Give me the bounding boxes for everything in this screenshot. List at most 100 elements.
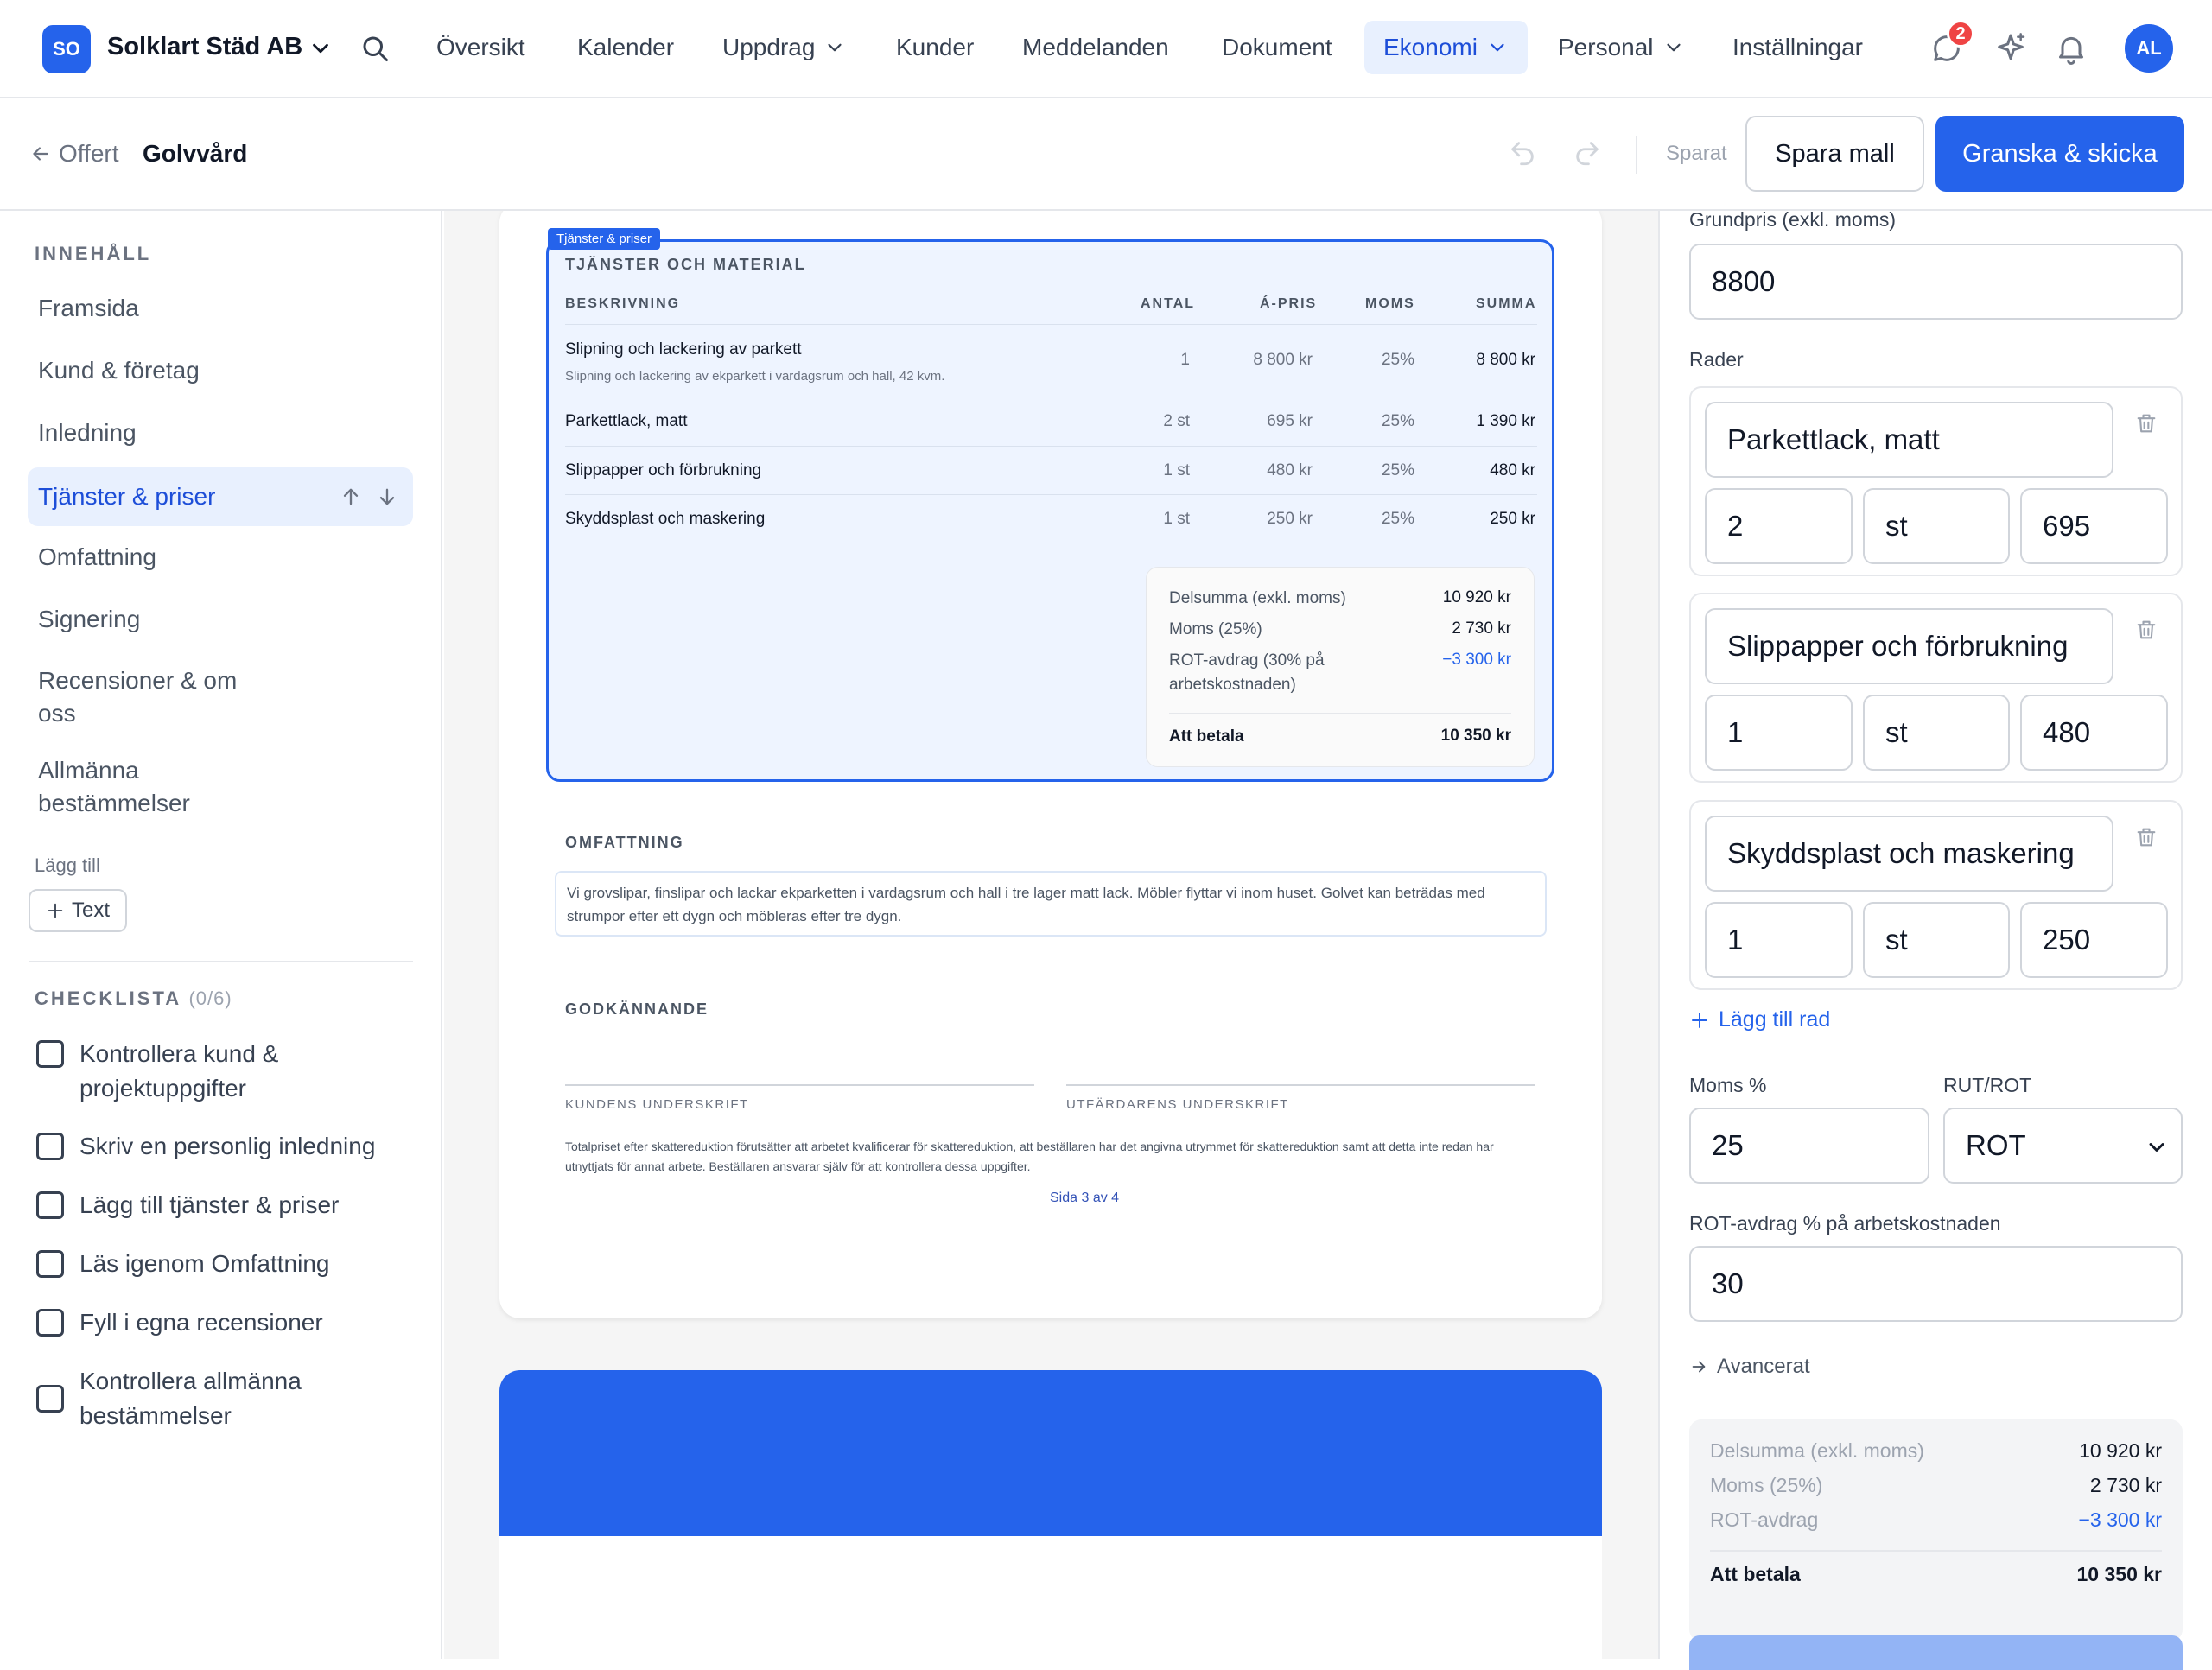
toc-tjanster-priser[interactable]: Tjänster & priser [28, 467, 413, 526]
rutrot-select-value: ROT [1966, 1129, 2026, 1161]
toc-allmanna-bestammelser[interactable]: Allmänna bestämmelser [28, 754, 287, 820]
toc-signering[interactable]: Signering [28, 603, 413, 636]
line-item-price-input[interactable]: 480 [2020, 695, 2168, 771]
add-row-button[interactable]: Lägg till rad [1689, 1007, 1830, 1032]
nav-uppdrag[interactable]: Uppdrag [722, 21, 846, 74]
save-status: Sparat [1666, 142, 1727, 165]
search-icon[interactable] [359, 33, 391, 64]
checklist-item-label: Läs igenom Omfattning [79, 1250, 330, 1277]
rot-percent-input[interactable]: 30 [1689, 1246, 2183, 1322]
company-logo[interactable]: SO [42, 25, 91, 73]
checkbox[interactable] [36, 1309, 64, 1337]
checkbox[interactable] [36, 1250, 64, 1278]
toc-recensioner[interactable]: Recensioner & om oss [28, 664, 287, 730]
pay-value: 10 350 kr [1440, 727, 1511, 745]
trash-icon[interactable] [2134, 824, 2158, 850]
redo-icon[interactable] [1573, 138, 1602, 168]
scope-heading: OMFATTNING [565, 834, 684, 851]
checklist-item[interactable]: Fyll i egna recensioner [36, 1305, 323, 1340]
nav-ekonomi[interactable]: Ekonomi [1364, 21, 1528, 74]
move-down-icon[interactable] [375, 485, 399, 509]
col-quantity: ANTAL [1141, 296, 1196, 311]
nav-ekonomi-label: Ekonomi [1383, 34, 1478, 60]
line-item-price-input[interactable]: 250 [2020, 902, 2168, 978]
user-avatar[interactable]: AL [2125, 24, 2173, 73]
line-item-unit-input[interactable]: st [1863, 488, 2010, 564]
line-item-qty-input[interactable]: 1 [1705, 902, 1853, 978]
vat-percent-input[interactable]: 25 [1689, 1108, 1929, 1184]
col-unit-price: Á-PRIS [1260, 296, 1318, 311]
sparkle-icon[interactable] [1993, 31, 2028, 66]
chevron-down-icon[interactable] [308, 35, 334, 61]
checklist-item[interactable]: Kontrollera allmänna bestämmelser [36, 1364, 399, 1433]
trash-icon[interactable] [2134, 410, 2158, 436]
bell-icon[interactable] [2054, 31, 2088, 66]
nav-personal[interactable]: Personal [1558, 21, 1685, 74]
row-sum: 250 kr [1490, 510, 1535, 528]
nav-kalender[interactable]: Kalender [577, 21, 674, 74]
checklist-item[interactable]: Lägg till tjänster & priser [36, 1188, 339, 1222]
toc-omfattning[interactable]: Omfattning [28, 541, 413, 574]
line-item-price-input[interactable]: 695 [2020, 488, 2168, 564]
chevron-down-icon [828, 43, 842, 52]
rutrot-select[interactable]: ROT [1943, 1108, 2183, 1184]
line-item-name-input[interactable]: Slippapper och förbrukning [1705, 608, 2113, 684]
line-item-name-input[interactable]: Skyddsplast och maskering [1705, 816, 2113, 892]
checklist-item[interactable]: Läs igenom Omfattning [36, 1247, 330, 1281]
nav-personal-label: Personal [1558, 34, 1654, 60]
checklist-heading-label: CHECKLISTA [35, 987, 181, 1009]
panel-primary-button[interactable] [1689, 1635, 2183, 1670]
checkbox[interactable] [36, 1040, 64, 1068]
line-item-qty-input[interactable]: 2 [1705, 488, 1853, 564]
row-description: Slipning och lackering av parkett [565, 340, 802, 359]
rutrot-label: RUT/ROT [1943, 1074, 2032, 1096]
line-item-unit-input[interactable]: st [1863, 695, 2010, 771]
checklist-item-label: Lägg till tjänster & priser [79, 1191, 340, 1218]
base-price-input[interactable]: 8800 [1689, 244, 2183, 320]
chevron-down-icon [2149, 1143, 2164, 1152]
back-arrow-icon[interactable] [29, 143, 52, 165]
checklist-item[interactable]: Kontrollera kund & projektuppgifter [36, 1037, 416, 1106]
nav-dokument[interactable]: Dokument [1222, 21, 1332, 74]
content-heading: INNEHÅLL [35, 243, 152, 264]
line-item-name-input[interactable]: Parkettlack, matt [1705, 402, 2113, 478]
nav-installningar[interactable]: Inställningar [1732, 21, 1863, 74]
add-section-label: Lägg till [35, 854, 100, 876]
trash-icon[interactable] [2134, 617, 2158, 643]
nav-kunder[interactable]: Kunder [896, 21, 974, 74]
move-up-icon[interactable] [339, 485, 363, 509]
add-text-button[interactable]: Text [29, 889, 127, 932]
approval-heading: GODKÄNNANDE [565, 1000, 709, 1018]
tax-disclaimer: Totalpriset efter skattereduktion föruts… [565, 1140, 1494, 1173]
subtotal-value: 10 920 kr [1442, 588, 1511, 606]
advanced-toggle[interactable]: Avancerat [1689, 1355, 1810, 1379]
vat-label: Moms (25%) [1169, 620, 1262, 638]
toc-tjanster-priser-label: Tjänster & priser [38, 483, 216, 510]
rows-label: Rader [1689, 348, 1744, 371]
save-template-button[interactable]: Spara mall [1745, 116, 1924, 192]
summary-pay-value: 10 350 kr [2076, 1563, 2162, 1585]
toc-framsida[interactable]: Framsida [28, 292, 413, 325]
checklist-item[interactable]: Skriv en personlig inledning [36, 1129, 375, 1164]
summary-rot-value: −3 300 kr [2078, 1508, 2162, 1531]
line-item-unit-input[interactable]: st [1863, 902, 2010, 978]
checklist-item-label: Kontrollera allmänna bestämmelser [79, 1368, 302, 1429]
row-unit-price: 8 800 kr [1253, 351, 1313, 369]
col-sum: SUMMA [1476, 296, 1537, 311]
scope-text[interactable]: Vi grovslipar, finslipar och lackar ekpa… [555, 871, 1547, 937]
breadcrumb-parent[interactable]: Offert [59, 140, 119, 168]
nav-oversikt[interactable]: Översikt [436, 21, 525, 74]
summary-subtotal-value: 10 920 kr [2079, 1439, 2162, 1462]
row-quantity: 2 st [1163, 412, 1190, 430]
toc-inledning[interactable]: Inledning [28, 416, 413, 449]
sidebar-divider [29, 961, 413, 962]
checkbox[interactable] [36, 1191, 64, 1219]
checkbox[interactable] [36, 1385, 64, 1413]
undo-icon[interactable] [1508, 138, 1537, 168]
company-switcher[interactable]: Solklart Städ AB [107, 33, 302, 61]
checkbox[interactable] [36, 1133, 64, 1160]
review-send-button[interactable]: Granska & skicka [1936, 116, 2184, 192]
toc-kund-foretag[interactable]: Kund & företag [28, 354, 413, 387]
nav-meddelanden[interactable]: Meddelanden [1022, 21, 1169, 74]
line-item-qty-input[interactable]: 1 [1705, 695, 1853, 771]
